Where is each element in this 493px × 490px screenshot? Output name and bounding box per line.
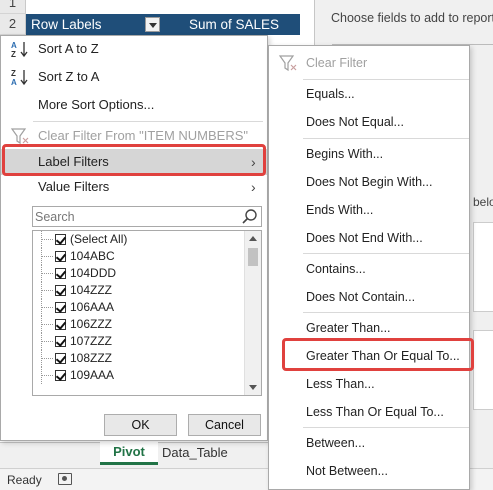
more-sort-label: More Sort Options... (38, 97, 155, 112)
clear-filter-icon (278, 55, 297, 72)
ok-button[interactable]: OK (104, 414, 177, 436)
value-filters-item[interactable]: Value Filters › (1, 174, 267, 200)
less-than-or-equal-item[interactable]: Less Than Or Equal To... (269, 399, 469, 425)
highlight-label-filters (2, 144, 266, 176)
clear-filter-item[interactable]: Clear Filter (269, 50, 469, 76)
checkbox[interactable] (55, 251, 66, 262)
cancel-button[interactable]: Cancel (188, 414, 261, 436)
macro-record-icon[interactable] (58, 473, 72, 485)
clear-filter-label: Clear Filter (306, 56, 368, 70)
does-not-contain-label: Does Not Contain... (306, 290, 416, 304)
row-labels-header[interactable]: Row Labels (31, 14, 102, 35)
svg-text:A: A (11, 41, 17, 50)
scroll-thumb[interactable] (248, 248, 258, 266)
sort-az-icon: A Z (11, 41, 28, 59)
search-input[interactable] (33, 207, 233, 226)
tab-pivot[interactable]: Pivot (100, 442, 158, 465)
filter-dropdown-button[interactable] (145, 17, 160, 32)
checkbox[interactable] (55, 370, 66, 381)
chevron-right-icon: › (251, 179, 256, 195)
sort-a-to-z[interactable]: A Z Sort A to Z (1, 36, 267, 62)
checkbox[interactable] (55, 353, 66, 364)
choose-fields-label: Choose fields to add to report: (331, 11, 493, 25)
filters-area[interactable] (473, 222, 493, 312)
value-filters-label: Value Filters (38, 179, 110, 194)
equals-label: Equals... (306, 87, 355, 101)
begins-with-item[interactable]: Begins With... (269, 141, 469, 167)
sort-z-to-a[interactable]: Z A Sort Z to A (1, 64, 267, 90)
list-item[interactable]: 106AAA (33, 299, 245, 316)
values-area[interactable] (473, 330, 493, 410)
sort-az-label: Sort A to Z (38, 41, 99, 56)
list-item[interactable]: 107ZZZ (33, 333, 245, 350)
between-item[interactable]: Between... (269, 430, 469, 456)
equals-item[interactable]: Equals... (269, 81, 469, 107)
checkbox[interactable] (55, 268, 66, 279)
checkbox[interactable] (55, 285, 66, 296)
item-checklist: (Select All) 104ABC 104DDD 104ZZZ 106AAA… (32, 230, 262, 396)
does-not-begin-with-item[interactable]: Does Not Begin With... (269, 169, 469, 195)
list-item[interactable]: 104ABC (33, 248, 245, 265)
list-item[interactable]: 104ZZZ (33, 282, 245, 299)
contains-item[interactable]: Contains... (269, 256, 469, 282)
pivot-header-row: Row Labels Sum of SALES (26, 14, 300, 35)
menu-separator (303, 427, 469, 428)
does-not-end-with-item[interactable]: Does Not End With... (269, 225, 469, 251)
status-ready: Ready (7, 473, 42, 487)
sum-of-sales-header[interactable]: Sum of SALES (189, 14, 279, 35)
menu-separator (303, 312, 469, 313)
less-than-item[interactable]: Less Than... (269, 371, 469, 397)
ends-with-item[interactable]: Ends With... (269, 197, 469, 223)
clear-filter-icon (10, 128, 29, 145)
label-filters-submenu: Clear Filter Equals... Does Not Equal...… (268, 45, 470, 490)
less-than-or-equal-label: Less Than Or Equal To... (306, 405, 444, 419)
between-label: Between... (306, 436, 366, 450)
does-not-end-with-label: Does Not End With... (306, 231, 423, 245)
checkbox[interactable] (55, 319, 66, 330)
does-not-equal-item[interactable]: Does Not Equal... (269, 109, 469, 135)
list-item[interactable]: 106ZZZ (33, 316, 245, 333)
scroll-up-icon[interactable] (249, 236, 257, 241)
svg-text:A: A (11, 78, 17, 87)
does-not-begin-with-label: Does Not Begin With... (306, 175, 433, 189)
scroll-down-icon[interactable] (249, 385, 257, 390)
row-header-2[interactable]: 2 (0, 14, 26, 35)
svg-text:Z: Z (11, 50, 16, 59)
sort-za-label: Sort Z to A (38, 69, 100, 84)
svg-text:Z: Z (11, 69, 16, 78)
search-field (32, 206, 262, 227)
does-not-contain-item[interactable]: Does Not Contain... (269, 284, 469, 310)
begins-with-label: Begins With... (306, 147, 384, 161)
checklist-scrollbar[interactable] (244, 231, 261, 395)
tab-data-table[interactable]: Data_Table (162, 443, 228, 463)
checkbox[interactable] (55, 336, 66, 347)
not-between-label: Not Between... (306, 464, 388, 478)
more-sort-options[interactable]: More Sort Options... (1, 92, 267, 118)
ends-with-label: Ends With... (306, 203, 374, 217)
list-item[interactable]: (Select All) (33, 231, 245, 248)
filter-dropdown-panel: A Z Sort A to Z Z A Sort Z to A More Sor… (0, 35, 268, 441)
sort-za-icon: Z A (11, 69, 28, 87)
contains-label: Contains... (306, 262, 366, 276)
does-not-equal-label: Does Not Equal... (306, 115, 404, 129)
row-header-1[interactable]: 1 (0, 0, 26, 14)
drag-fields-label: belo (473, 195, 493, 209)
menu-separator (303, 253, 469, 254)
highlight-greater-than-or-equal (282, 338, 474, 371)
menu-separator (33, 121, 263, 122)
less-than-label: Less Than... (306, 377, 375, 391)
menu-separator (303, 79, 469, 80)
list-item[interactable]: 104DDD (33, 265, 245, 282)
menu-separator (303, 138, 469, 139)
checkbox[interactable] (55, 234, 66, 245)
list-item[interactable]: 109AAA (33, 367, 245, 384)
list-item[interactable]: 108ZZZ (33, 350, 245, 367)
checkbox[interactable] (55, 302, 66, 313)
not-between-item[interactable]: Not Between... (269, 458, 469, 484)
search-icon (242, 209, 257, 224)
